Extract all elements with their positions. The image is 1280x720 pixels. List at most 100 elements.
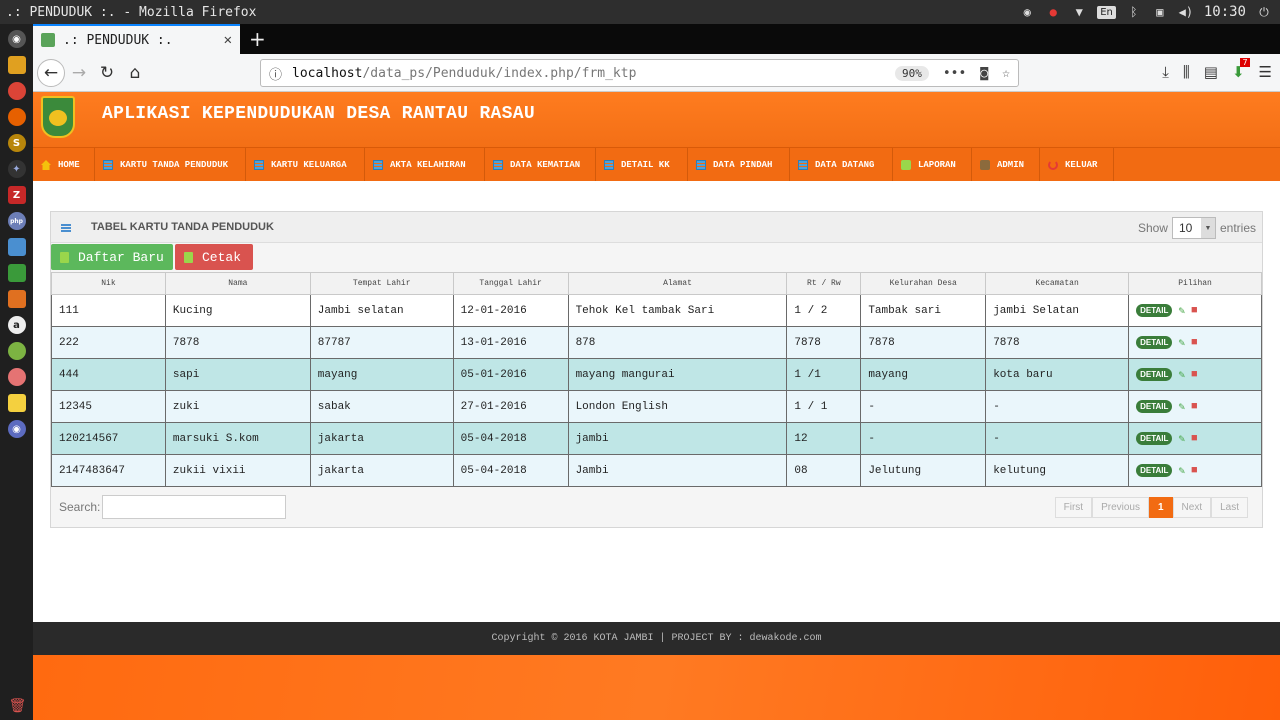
daftar-baru-button[interactable]: Daftar Baru bbox=[51, 244, 173, 270]
power-icon[interactable]: ⏻ bbox=[1256, 4, 1272, 20]
detail-button[interactable]: DETAIL bbox=[1136, 432, 1173, 445]
url-bar[interactable]: ⓘ localhost /data_ps/Penduduk/index.php/… bbox=[260, 59, 1019, 87]
edit-icon[interactable]: ✎ bbox=[1178, 400, 1185, 414]
edit-icon[interactable]: ✎ bbox=[1178, 336, 1185, 350]
reload-icon[interactable]: ↻ bbox=[93, 59, 121, 87]
col-tanggal-lahir[interactable]: Tanggal Lahir bbox=[452, 272, 569, 295]
web-page: APLIKASI KEPENDUDUKAN DESA RANTAU RASAU … bbox=[33, 92, 1280, 720]
record-icon[interactable]: ● bbox=[1045, 4, 1061, 20]
edit-icon[interactable]: ✎ bbox=[1178, 432, 1185, 446]
menu-home[interactable]: HOME bbox=[33, 148, 95, 182]
print-icon bbox=[184, 251, 193, 263]
sidebar-icon[interactable]: ▤ bbox=[1204, 63, 1218, 81]
eclipse-icon[interactable]: ✦ bbox=[7, 160, 26, 178]
calc-icon[interactable] bbox=[7, 264, 26, 282]
library-icon[interactable]: ⫼ bbox=[1183, 63, 1190, 81]
home-icon[interactable]: ⌂ bbox=[121, 59, 149, 87]
main-menu: HOME KARTU TANDA PENDUDUK KARTU KELUARGA… bbox=[33, 147, 1280, 182]
menu-keluar[interactable]: KELUAR bbox=[1040, 148, 1114, 182]
table-cell: 222 bbox=[51, 326, 166, 359]
dock-app-icon[interactable]: ◉ bbox=[7, 30, 26, 48]
table-cell: 1 / 1 bbox=[786, 390, 862, 423]
bluetooth-icon[interactable]: ᛒ bbox=[1126, 4, 1142, 20]
extension-icon[interactable]: ⬇ bbox=[1232, 58, 1249, 81]
skype-icon[interactable]: S bbox=[7, 134, 26, 152]
menu-akta[interactable]: AKTA KELAHIRAN bbox=[365, 148, 485, 182]
impress-icon[interactable] bbox=[7, 290, 26, 308]
search-input[interactable] bbox=[102, 495, 287, 519]
pager-next[interactable]: Next bbox=[1172, 497, 1212, 518]
firefox-icon[interactable] bbox=[7, 108, 26, 126]
camera-icon[interactable]: ◉ bbox=[1019, 4, 1035, 20]
tab-penduduk[interactable]: .: PENDUDUK :. ✕ bbox=[33, 24, 240, 54]
help-icon[interactable] bbox=[7, 368, 26, 386]
detail-button[interactable]: DETAIL bbox=[1136, 336, 1173, 349]
col-kecamatan[interactable]: Kecamatan bbox=[985, 272, 1130, 295]
col-nik[interactable]: Nik bbox=[51, 272, 166, 295]
ktp-panel: TABEL KARTU TANDA PENDUDUK Show 10 ▼ ent… bbox=[50, 211, 1263, 528]
delete-icon[interactable]: ■ bbox=[1191, 369, 1198, 381]
pager-first[interactable]: First bbox=[1054, 497, 1093, 518]
menu-ktp[interactable]: KARTU TANDA PENDUDUK bbox=[95, 148, 246, 182]
app-dock: ◉ S ✦ Z php a ◉ 🗑 bbox=[0, 24, 33, 720]
col-nama[interactable]: Nama bbox=[164, 272, 311, 295]
page-length-select[interactable]: 10 ▼ bbox=[1171, 217, 1216, 239]
pager-previous[interactable]: Previous bbox=[1092, 497, 1149, 518]
col-alamat[interactable]: Alamat bbox=[567, 272, 788, 295]
delete-icon[interactable]: ■ bbox=[1191, 401, 1198, 413]
edit-icon[interactable]: ✎ bbox=[1178, 368, 1185, 382]
menu-datang[interactable]: DATA DATANG bbox=[790, 148, 893, 182]
url-path: /data_ps/Penduduk/index.php/frm_ktp bbox=[362, 65, 637, 81]
detail-button[interactable]: DETAIL bbox=[1136, 368, 1173, 381]
menu-admin[interactable]: ADMIN bbox=[972, 148, 1040, 182]
delete-icon[interactable]: ■ bbox=[1191, 305, 1198, 317]
edit-icon[interactable]: ✎ bbox=[1178, 464, 1185, 478]
back-icon[interactable]: ← bbox=[37, 58, 65, 87]
clock[interactable]: 10:30 bbox=[1204, 4, 1246, 20]
wifi-icon[interactable]: ▼ bbox=[1071, 4, 1087, 20]
php-icon[interactable]: php bbox=[7, 212, 26, 230]
info-icon[interactable]: ⓘ bbox=[269, 64, 282, 83]
pager-last[interactable]: Last bbox=[1211, 497, 1248, 518]
table-cell: Kucing bbox=[164, 294, 311, 327]
filezilla-icon[interactable]: Z bbox=[7, 186, 26, 204]
detail-button[interactable]: DETAIL bbox=[1136, 304, 1173, 317]
cetak-button[interactable]: Cetak bbox=[175, 244, 253, 270]
menu-kematian[interactable]: DATA KEMATIAN bbox=[485, 148, 596, 182]
docs-icon[interactable] bbox=[7, 238, 26, 256]
zoom-indicator[interactable]: 90% bbox=[894, 65, 929, 81]
chrome-icon[interactable] bbox=[7, 82, 26, 100]
col-kelurahan[interactable]: Kelurahan Desa bbox=[860, 272, 987, 295]
clipboard-icon[interactable]: ▣ bbox=[1152, 4, 1168, 20]
edit-icon[interactable]: ✎ bbox=[1178, 304, 1185, 318]
settings-icon[interactable] bbox=[7, 342, 26, 360]
col-rt-rw[interactable]: Rt / Rw bbox=[786, 272, 862, 295]
delete-icon[interactable]: ■ bbox=[1191, 465, 1198, 477]
files-icon[interactable] bbox=[7, 56, 26, 74]
notes-icon[interactable] bbox=[7, 394, 26, 412]
trash-icon[interactable]: 🗑 bbox=[9, 698, 27, 714]
detail-button[interactable]: DETAIL bbox=[1136, 400, 1173, 413]
forward-icon[interactable]: → bbox=[65, 59, 93, 87]
menu-pindah[interactable]: DATA PINDAH bbox=[688, 148, 790, 182]
menu-kk[interactable]: KARTU KELUARGA bbox=[246, 148, 365, 182]
menu-laporan[interactable]: LAPORAN bbox=[893, 148, 972, 182]
close-icon[interactable]: ✕ bbox=[224, 32, 232, 48]
delete-icon[interactable]: ■ bbox=[1191, 337, 1198, 349]
list-icon bbox=[696, 160, 706, 170]
language-indicator[interactable]: En bbox=[1097, 5, 1116, 19]
amazon-icon[interactable]: a bbox=[7, 316, 26, 334]
page-actions-icon[interactable]: ••• bbox=[943, 66, 966, 81]
volume-icon[interactable]: ◀) bbox=[1178, 4, 1194, 20]
pocket-icon[interactable]: ◙ bbox=[980, 66, 988, 81]
detail-button[interactable]: DETAIL bbox=[1136, 464, 1173, 477]
new-tab-icon[interactable]: + bbox=[249, 27, 266, 51]
delete-icon[interactable]: ■ bbox=[1191, 433, 1198, 445]
col-tempat-lahir[interactable]: Tempat Lahir bbox=[309, 272, 454, 295]
menu-icon[interactable]: ☰ bbox=[1259, 63, 1272, 81]
download-icon[interactable]: ⤓ bbox=[1162, 63, 1169, 81]
pager-page-1[interactable]: 1 bbox=[1148, 497, 1173, 518]
menu-detail-kk[interactable]: DETAIL KK bbox=[596, 148, 688, 182]
bookmark-star-icon[interactable]: ☆ bbox=[1002, 66, 1010, 81]
screenshot-icon[interactable]: ◉ bbox=[7, 420, 26, 438]
